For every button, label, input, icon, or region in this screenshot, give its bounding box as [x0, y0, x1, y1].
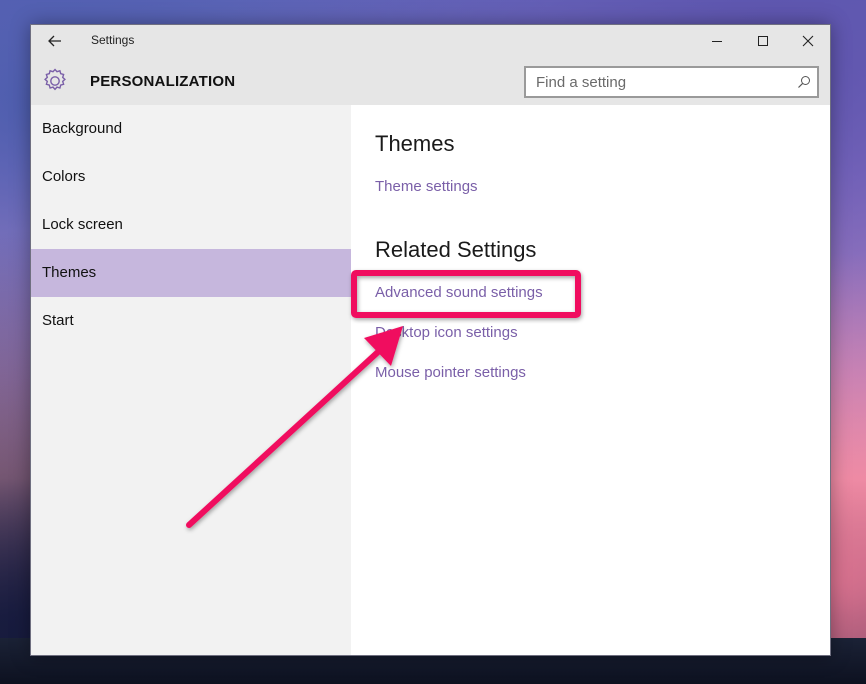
title-bar: Settings	[31, 25, 830, 57]
content-pane: Themes Theme settings Related Settings A…	[351, 105, 830, 655]
sidebar-item-themes[interactable]: Themes	[31, 249, 351, 297]
page-header: PERSONALIZATION	[31, 57, 830, 105]
search-box[interactable]	[524, 66, 819, 98]
theme-settings-link[interactable]: Theme settings	[375, 178, 478, 195]
advanced-sound-settings-link[interactable]: Advanced sound settings	[375, 284, 543, 301]
maximize-icon	[758, 36, 768, 46]
sidebar-item-start[interactable]: Start	[31, 297, 351, 345]
gear-icon	[44, 68, 66, 91]
maximize-button[interactable]	[740, 25, 786, 57]
themes-heading: Themes	[375, 131, 455, 156]
search-icon[interactable]	[797, 75, 811, 89]
app-title: Settings	[91, 33, 135, 47]
back-button[interactable]	[39, 29, 71, 53]
sidebar-item-background[interactable]: Background	[31, 105, 351, 153]
minimize-icon	[712, 41, 722, 42]
sidebar-item-colors[interactable]: Colors	[31, 153, 351, 201]
arrow-left-icon	[48, 35, 61, 47]
settings-window: Settings PERSONALIZATION Find a setting …	[30, 24, 831, 656]
page-title: PERSONALIZATION	[90, 73, 236, 90]
related-settings-heading: Related Settings	[375, 237, 537, 262]
close-icon	[802, 35, 814, 47]
desktop-icon-settings-link[interactable]: Desktop icon settings	[375, 324, 518, 341]
minimize-button[interactable]	[694, 25, 740, 57]
mouse-pointer-settings-link[interactable]: Mouse pointer settings	[375, 364, 526, 381]
search-input[interactable]	[526, 68, 796, 96]
close-button[interactable]	[785, 25, 831, 57]
sidebar-item-lock-screen[interactable]: Lock screen	[31, 201, 351, 249]
sidebar: Background Colors Lock screen Themes Sta…	[31, 105, 351, 655]
